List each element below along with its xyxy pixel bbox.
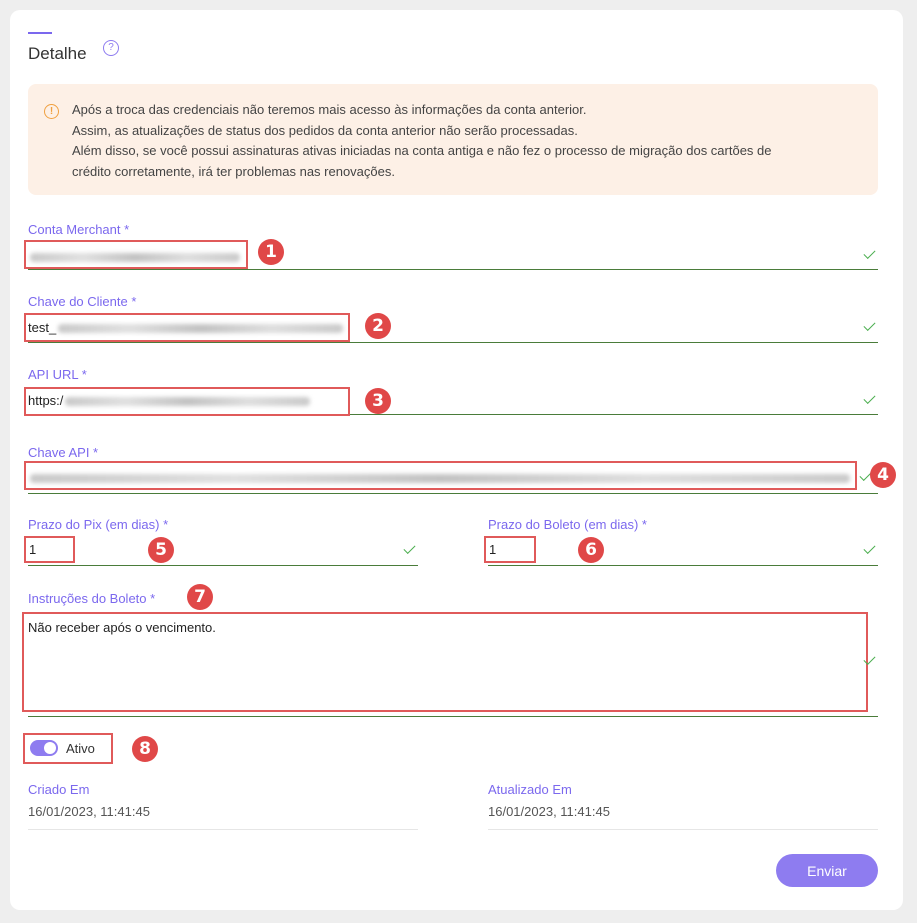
warning-line: Além disso, se você possui assinaturas a… bbox=[72, 143, 772, 158]
criado-value: 16/01/2023, 11:41:45 bbox=[28, 804, 150, 819]
annotation-badge: 7 bbox=[187, 584, 213, 610]
help-circle-icon[interactable]: ? bbox=[103, 40, 119, 56]
annotation-badge: 5 bbox=[148, 537, 174, 563]
warning-line: Assim, as atualizações de status dos ped… bbox=[72, 122, 578, 138]
page-title: Detalhe bbox=[28, 44, 87, 63]
annotation-badge: 6 bbox=[578, 537, 604, 563]
warning-circle-icon: ! bbox=[44, 104, 59, 119]
prazo-pix-label: Prazo do Pix (em dias) * bbox=[28, 517, 169, 532]
instrucoes-underline bbox=[28, 716, 878, 717]
atualizado-value: 16/01/2023, 11:41:45 bbox=[488, 804, 610, 819]
title-accent bbox=[28, 32, 52, 34]
annotation-badge: 4 bbox=[870, 462, 896, 488]
highlight-box bbox=[24, 536, 75, 563]
api-url-label: API URL * bbox=[28, 367, 87, 382]
prazo-pix-underline bbox=[28, 565, 418, 566]
highlight-box bbox=[484, 536, 536, 563]
atualizado-label: Atualizado Em bbox=[488, 782, 572, 797]
divider bbox=[488, 829, 878, 830]
instrucoes-label: Instruções do Boleto * bbox=[28, 591, 156, 606]
submit-button[interactable]: Enviar bbox=[776, 854, 878, 887]
conta-merchant-label: Conta Merchant * bbox=[28, 222, 130, 237]
toggle-knob bbox=[44, 742, 56, 754]
criado-label: Criado Em bbox=[28, 782, 90, 797]
annotation-badge: 3 bbox=[365, 388, 391, 414]
highlight-box bbox=[24, 387, 350, 416]
highlight-box bbox=[24, 240, 248, 269]
divider bbox=[28, 829, 418, 830]
chave-cliente-underline bbox=[28, 342, 878, 343]
prazo-boleto-underline bbox=[488, 565, 878, 566]
conta-merchant-underline bbox=[28, 269, 878, 270]
highlight-box bbox=[24, 461, 857, 490]
annotation-badge: 2 bbox=[365, 313, 391, 339]
annotation-badge: 1 bbox=[258, 239, 284, 265]
instrucoes-value: Não receber após o vencimento. bbox=[28, 620, 216, 635]
warning-line: Após a troca das credenciais não teremos… bbox=[72, 102, 587, 117]
prazo-boleto-label: Prazo do Boleto (em dias) * bbox=[488, 517, 647, 532]
chave-api-label: Chave API * bbox=[28, 445, 99, 460]
annotation-badge: 8 bbox=[132, 736, 158, 762]
warning-banner: ! Após a troca das credenciais não terem… bbox=[28, 84, 878, 195]
warning-line: crédito corretamente, irá ter problemas … bbox=[72, 163, 395, 179]
chave-api-underline bbox=[28, 493, 878, 494]
chave-cliente-label: Chave do Cliente * bbox=[28, 294, 137, 309]
ativo-toggle[interactable] bbox=[30, 740, 58, 756]
highlight-box bbox=[24, 313, 350, 342]
ativo-label: Ativo bbox=[66, 741, 95, 756]
